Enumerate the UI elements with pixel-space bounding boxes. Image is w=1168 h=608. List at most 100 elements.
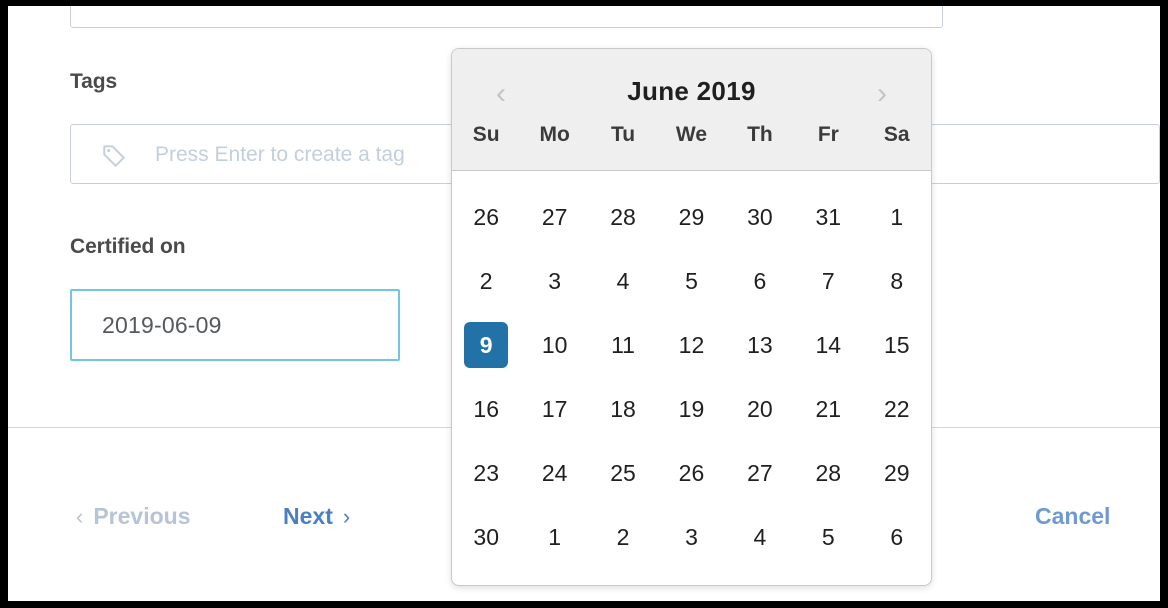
calendar-day-label: 17 <box>541 395 568 422</box>
calendar-day[interactable]: 4 <box>589 249 657 313</box>
calendar-day[interactable]: 31 <box>794 185 862 249</box>
calendar-day-label: 30 <box>747 203 773 230</box>
calendar-day-label: 3 <box>685 523 698 550</box>
weekday-su: Su <box>472 123 500 146</box>
calendar-day-label: 4 <box>616 267 630 294</box>
calendar-day-label: 22 <box>883 395 910 422</box>
calendar-day-label: 29 <box>678 203 705 230</box>
next-button-label: Next <box>283 503 333 529</box>
calendar-day[interactable]: 2 <box>452 249 520 313</box>
calendar-day[interactable]: 6 <box>863 505 931 569</box>
calendar-day-label: 27 <box>541 203 568 230</box>
previous-field-input[interactable] <box>70 6 943 28</box>
datepicker-weekday-row: Su Mo Tu We Th Fr Sa <box>452 123 931 147</box>
calendar-day[interactable]: 10 <box>520 313 588 377</box>
calendar-day[interactable]: 27 <box>520 185 588 249</box>
calendar-day[interactable]: 15 <box>863 313 931 377</box>
calendar-day[interactable]: 14 <box>794 313 862 377</box>
calendar-day[interactable]: 19 <box>657 377 725 441</box>
calendar-day-label: 8 <box>890 267 904 294</box>
calendar-day-label: 7 <box>821 267 835 294</box>
calendar-day[interactable]: 5 <box>794 505 862 569</box>
weekday-we: We <box>675 123 708 146</box>
calendar-day[interactable]: 7 <box>794 249 862 313</box>
calendar-day[interactable]: 23 <box>452 441 520 505</box>
calendar-day-label: 26 <box>678 459 705 486</box>
cancel-button[interactable]: Cancel <box>1035 503 1110 530</box>
calendar-day[interactable]: 30 <box>726 185 794 249</box>
calendar-day[interactable]: 2 <box>589 505 657 569</box>
calendar-day[interactable]: 26 <box>452 185 520 249</box>
calendar-day[interactable]: 28 <box>794 441 862 505</box>
certified-on-value: 2019-06-09 <box>102 312 222 338</box>
chevron-right-icon: › <box>342 503 351 529</box>
calendar-day[interactable]: 1 <box>520 505 588 569</box>
calendar-day-label: 2 <box>616 523 630 550</box>
calendar-day[interactable]: 29 <box>657 185 725 249</box>
certified-on-input[interactable]: 2019-06-09 <box>70 289 400 361</box>
calendar-day[interactable]: 8 <box>863 249 931 313</box>
calendar-day-label: 28 <box>610 203 636 230</box>
calendar-day-label: 23 <box>473 459 499 486</box>
calendar-day[interactable]: 16 <box>452 377 520 441</box>
calendar-day-label: 20 <box>747 395 773 422</box>
chevron-left-icon: ‹ <box>76 503 84 529</box>
calendar-day[interactable]: 29 <box>863 441 931 505</box>
calendar-day-label: 5 <box>685 267 698 294</box>
calendar-day[interactable]: 20 <box>726 377 794 441</box>
calendar-day[interactable]: 1 <box>863 185 931 249</box>
certified-on-label: Certified on <box>70 235 186 258</box>
calendar-day-label: 21 <box>815 395 842 422</box>
weekday-tu: Tu <box>611 123 636 146</box>
datepicker-popup[interactable]: ‹ June 2019 › Su Mo Tu We Th Fr Sa 26 27 28 29 30 3… <box>451 48 932 586</box>
dialog-body: Tags Press Enter to create a tag Certifi… <box>8 6 1160 601</box>
calendar-day-selected[interactable]: 9 <box>452 313 520 377</box>
calendar-day-label: 18 <box>610 395 636 422</box>
calendar-day-label: 5 <box>821 523 835 550</box>
calendar-day-label: 6 <box>753 267 767 294</box>
calendar-day[interactable]: 26 <box>657 441 725 505</box>
calendar-day-label: 24 <box>541 459 568 486</box>
calendar-week-row: 26 27 28 29 30 31 1 <box>452 185 931 249</box>
screenshot-frame: Tags Press Enter to create a tag Certifi… <box>0 0 1168 608</box>
chevron-right-icon[interactable]: › <box>861 73 903 115</box>
calendar-day[interactable]: 30 <box>452 505 520 569</box>
calendar-day[interactable]: 25 <box>589 441 657 505</box>
calendar-day[interactable]: 12 <box>657 313 725 377</box>
calendar-day[interactable]: 22 <box>863 377 931 441</box>
calendar-day[interactable]: 11 <box>589 313 657 377</box>
calendar-day-label: 6 <box>890 523 904 550</box>
calendar-day[interactable]: 3 <box>520 249 588 313</box>
calendar-day-label: 29 <box>883 459 910 486</box>
calendar-day[interactable]: 3 <box>657 505 725 569</box>
calendar-day[interactable]: 5 <box>657 249 725 313</box>
calendar-day-label: 1 <box>890 203 904 230</box>
calendar-day[interactable]: 28 <box>589 185 657 249</box>
calendar-day[interactable]: 18 <box>589 377 657 441</box>
tags-placeholder: Press Enter to create a tag <box>155 143 405 166</box>
weekday-mo: Mo <box>539 123 570 146</box>
weekday-th: Th <box>747 123 773 146</box>
calendar-day-label: 25 <box>610 459 636 486</box>
calendar-day-label: 26 <box>473 203 499 230</box>
next-button[interactable]: Next › <box>283 503 350 530</box>
calendar-day-label: 28 <box>815 459 842 486</box>
calendar-day-label: 4 <box>753 523 767 550</box>
calendar-day[interactable]: 27 <box>726 441 794 505</box>
calendar-day[interactable]: 21 <box>794 377 862 441</box>
calendar-day-label: 10 <box>541 331 568 358</box>
cancel-button-label: Cancel <box>1035 503 1111 529</box>
calendar-day-label: 3 <box>548 267 562 294</box>
calendar-day-label: 16 <box>473 395 499 422</box>
previous-button[interactable]: ‹ Previous <box>76 503 190 530</box>
calendar-day[interactable]: 24 <box>520 441 588 505</box>
weekday-sa: Sa <box>883 123 910 146</box>
calendar-day[interactable]: 17 <box>520 377 588 441</box>
weekday-fr: Fr <box>817 123 839 146</box>
calendar-day[interactable]: 6 <box>726 249 794 313</box>
calendar-day[interactable]: 13 <box>726 313 794 377</box>
tag-icon <box>101 142 127 168</box>
calendar-day-label: 14 <box>815 331 842 358</box>
calendar-week-row: 23 24 25 26 27 28 29 <box>452 441 931 505</box>
calendar-day[interactable]: 4 <box>726 505 794 569</box>
